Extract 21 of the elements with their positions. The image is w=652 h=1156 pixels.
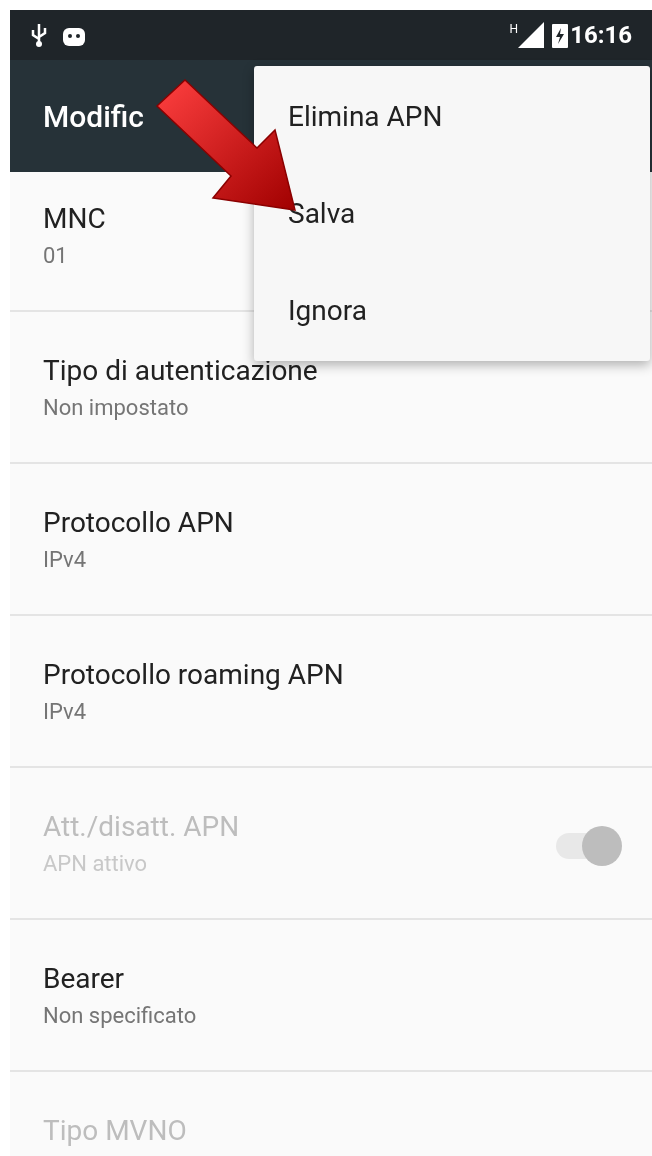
signal-icon: [518, 22, 545, 48]
network-type: H: [509, 21, 519, 38]
usb-icon: [30, 22, 48, 48]
clock: 16:16: [570, 20, 632, 51]
setting-title: Bearer: [43, 962, 125, 996]
setting-summary: Non specificato: [43, 1002, 197, 1030]
setting-title: Protocollo roaming APN: [43, 658, 344, 692]
menu-item[interactable]: Ignora: [288, 289, 367, 332]
setting-title: Tipo di autenticazione: [43, 354, 318, 388]
setting-title: MNC: [43, 202, 106, 236]
menu-item[interactable]: Elimina APN: [288, 95, 443, 138]
setting-summary: IPv4: [43, 698, 87, 726]
screen-title: Modific: [43, 97, 144, 136]
setting-title: Tipo MVNO: [43, 1114, 187, 1148]
setting-title: Protocollo APN: [43, 506, 234, 540]
setting-title: Att./disatt. APN: [43, 810, 240, 844]
setting-summary: Non impostato: [43, 394, 189, 422]
battery-icon: [552, 22, 569, 48]
setting-summary: IPv4: [43, 546, 87, 574]
setting-summary: 01: [43, 242, 68, 270]
menu-item[interactable]: Salva: [288, 192, 356, 235]
